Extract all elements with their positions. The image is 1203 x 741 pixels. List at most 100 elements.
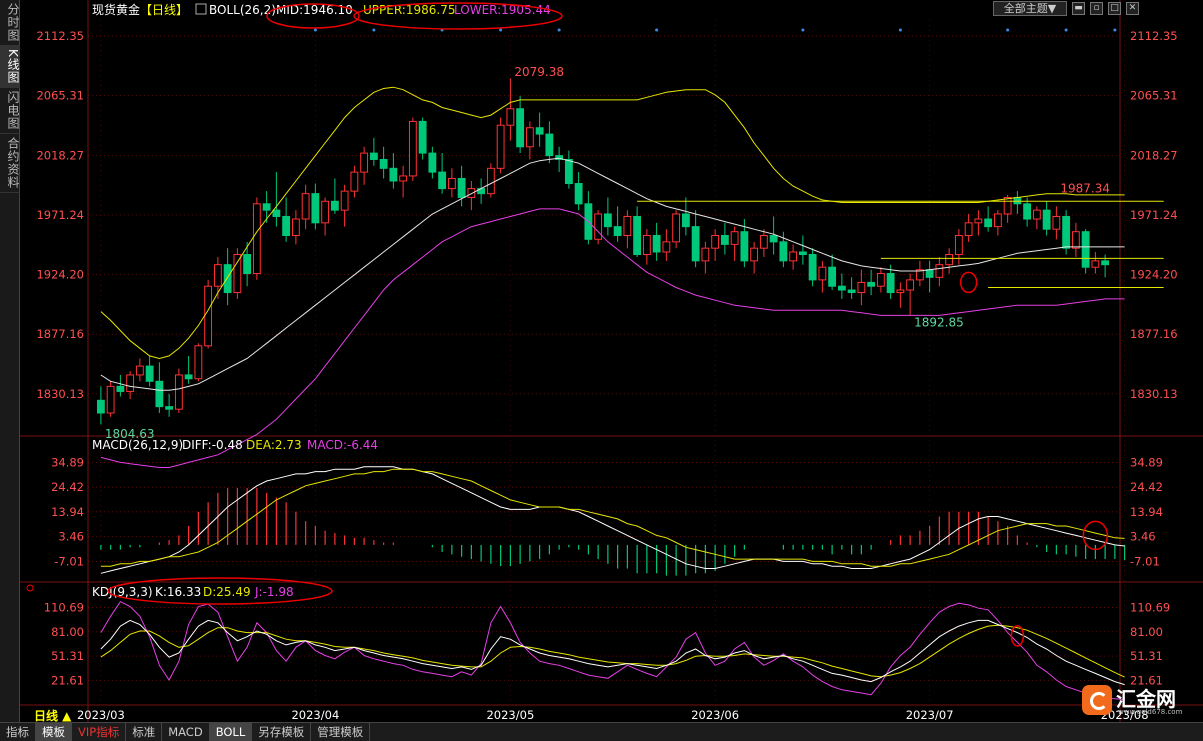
candle-down xyxy=(613,226,622,237)
candle-down xyxy=(847,289,856,294)
tab-save-template[interactable]: 另存模板 xyxy=(252,723,312,741)
sidebar-item-tick-chart[interactable]: 分时图 xyxy=(0,0,20,46)
chart-area[interactable]: 2079.381804.631892.851987.34 2112.35 2112… xyxy=(20,0,1203,722)
candle-down xyxy=(1042,209,1051,230)
macd-tick-label: -7.01 xyxy=(1130,554,1160,568)
candle-up xyxy=(135,365,144,376)
candle-down xyxy=(165,406,174,410)
candle-down xyxy=(428,152,437,173)
macd-tick-label: 3.46 xyxy=(1130,530,1156,544)
candle-up xyxy=(350,171,359,192)
kdj-tick-label: 21.61 xyxy=(51,673,84,687)
logo-url: www.gold678.com xyxy=(1118,708,1183,716)
boll-label: BOLL(26,2) xyxy=(209,3,276,17)
close-window-icon[interactable]: ✕ xyxy=(1126,2,1139,15)
price-tick-label: 1924.20 xyxy=(1130,268,1178,282)
candle-up xyxy=(818,266,827,281)
signal-dot xyxy=(313,28,317,32)
candle-up xyxy=(1091,260,1100,268)
tab-vip-indicator[interactable]: VIP指标 xyxy=(72,723,127,741)
signal-dot xyxy=(898,28,902,32)
period-tag: 【日线】 xyxy=(140,3,188,17)
signal-dot xyxy=(801,28,805,32)
candle-down xyxy=(389,167,398,182)
candle-up xyxy=(876,273,885,287)
candle-down xyxy=(925,269,934,278)
candle-up xyxy=(126,374,135,392)
kdj-tick-label: 51.31 xyxy=(1130,649,1163,663)
candle-up xyxy=(642,235,651,256)
price-tick-label: 2112.35 xyxy=(1130,29,1178,43)
candle-up xyxy=(525,127,534,148)
price-annotation: 2079.38 xyxy=(514,65,564,79)
price-tick-label: 1877.16 xyxy=(1130,327,1178,341)
candle-down xyxy=(886,273,895,294)
candle-up xyxy=(974,218,983,224)
boll-mid-value: MID:1946.10 xyxy=(276,3,353,17)
macd-tick-label: 24.42 xyxy=(51,480,84,494)
candle-up xyxy=(701,247,710,262)
candle-down xyxy=(535,127,544,135)
candle-up xyxy=(1071,231,1080,249)
sidebar-item-contract-info[interactable]: 合约资料 xyxy=(0,134,20,193)
candle-up xyxy=(467,188,476,198)
macd-header: MACD(26,12,9) DIFF:-0.48 DEA:2.73 MACD:-… xyxy=(92,438,378,452)
candle-down xyxy=(223,264,232,294)
minimize-window-icon[interactable]: ▬ xyxy=(1072,2,1085,15)
candle-down xyxy=(1023,203,1032,220)
macd-label: MACD(26,12,9) xyxy=(92,438,183,452)
tab-standard[interactable]: 标准 xyxy=(126,723,163,741)
candle-down xyxy=(720,235,729,245)
candle-down xyxy=(438,171,447,190)
candle-down xyxy=(282,215,291,237)
macd-dea-value: DEA:2.73 xyxy=(246,438,302,452)
tab-macd[interactable]: MACD xyxy=(162,723,210,741)
candle-up xyxy=(399,175,408,182)
kdj-tick-label: 51.31 xyxy=(51,649,84,663)
kdj-tick-label: 81.00 xyxy=(51,625,84,639)
candle-up xyxy=(896,289,905,294)
x-tick-label: 2023/03 xyxy=(77,708,125,722)
candle-down xyxy=(652,235,661,253)
restore-window-icon[interactable]: ▫ xyxy=(1090,2,1103,15)
candle-up xyxy=(408,120,417,177)
x-tick-label: 2023/04 xyxy=(291,708,339,722)
bottom-toolbar: 指标 模板 VIP指标 标准 MACD BOLL 另存模板 管理模板 xyxy=(0,722,1203,741)
price-annotation: 1892.85 xyxy=(914,315,964,329)
theme-dropdown-button[interactable]: 全部主题▼ xyxy=(993,1,1067,16)
candle-down xyxy=(564,158,573,185)
x-tick-label: 2023/07 xyxy=(906,708,954,722)
candle-down xyxy=(457,177,466,198)
kdj-tick-label: 110.69 xyxy=(1130,601,1170,615)
symbol-title: 现货黄金 xyxy=(92,2,140,17)
candle-down xyxy=(837,285,846,291)
tab-manage-template[interactable]: 管理模板 xyxy=(311,723,371,741)
sidebar-item-flash-chart[interactable]: 闪电图 xyxy=(0,88,20,134)
tab-boll[interactable]: BOLL xyxy=(209,723,253,741)
candle-down xyxy=(116,385,125,392)
candle-up xyxy=(174,374,183,410)
candle-up xyxy=(106,385,115,414)
candle-down xyxy=(262,203,271,211)
candle-down xyxy=(779,241,788,262)
candle-up xyxy=(954,235,963,256)
candle-up xyxy=(1003,196,1012,215)
candle-down xyxy=(418,120,427,154)
candle-down xyxy=(545,133,554,157)
candle-up xyxy=(301,193,310,220)
signal-dot xyxy=(372,28,376,32)
macd-tick-label: 13.94 xyxy=(1130,505,1163,519)
tab-template[interactable]: 模板 xyxy=(36,723,72,741)
price-tick-label: 2018.27 xyxy=(1130,148,1178,162)
candle-up xyxy=(789,251,798,262)
candle-up xyxy=(594,213,603,240)
candle-up xyxy=(759,235,768,249)
boll-lower-value: LOWER:1905.44 xyxy=(454,3,551,17)
tab-indicator[interactable]: 指标 xyxy=(0,723,36,741)
candle-up xyxy=(506,108,515,126)
maximize-window-icon[interactable]: □ xyxy=(1108,2,1121,15)
candle-down xyxy=(1081,231,1090,268)
candle-up xyxy=(662,241,671,253)
sidebar-item-kline-chart[interactable]: K线图 xyxy=(0,46,20,88)
candle-up xyxy=(360,152,369,173)
